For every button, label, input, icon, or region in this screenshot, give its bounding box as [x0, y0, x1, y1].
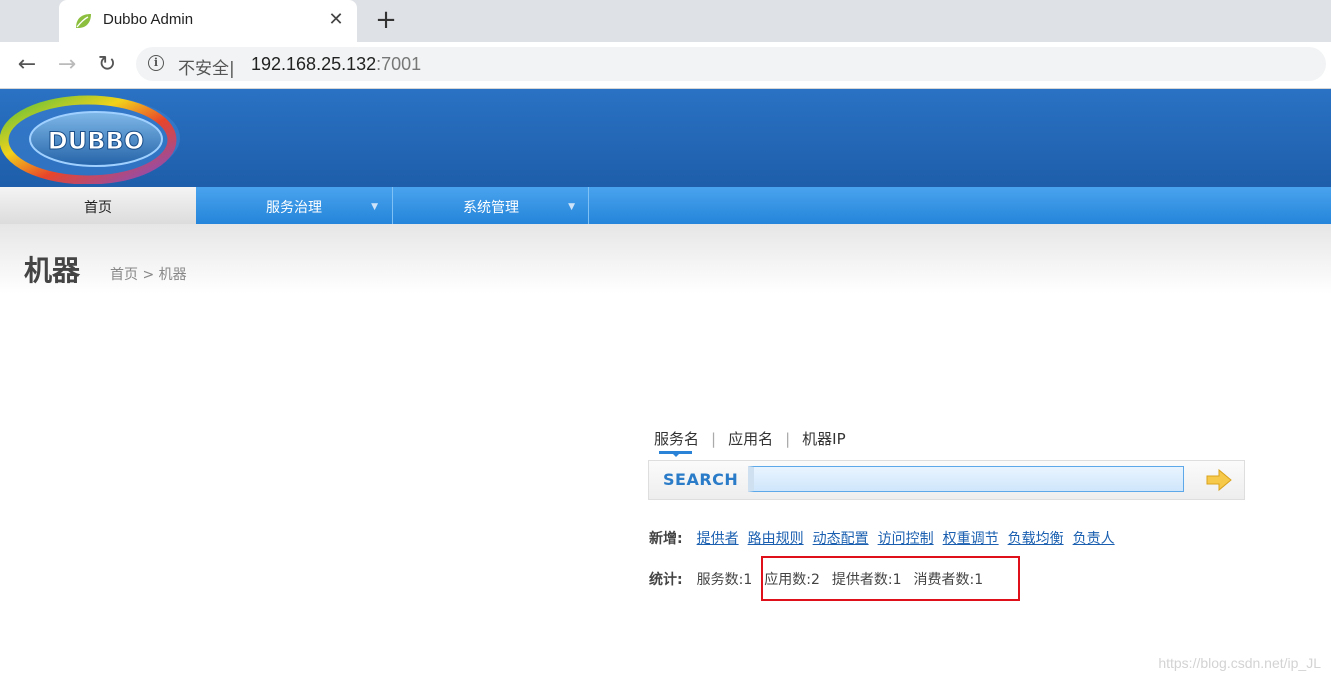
breadcrumb: 首页 > 机器: [110, 267, 187, 283]
menu-label: 服务治理: [266, 200, 322, 216]
menu-divider: [588, 187, 589, 224]
caret-down-icon: ▼: [568, 202, 575, 212]
search-tab-machine-ip[interactable]: 机器IP: [802, 428, 845, 449]
browser-tabstrip: Dubbo Admin ✕ +: [0, 0, 1331, 42]
spring-leaf-icon: [76, 14, 91, 28]
url-text[interactable]: 192.168.25.132:7001: [251, 54, 421, 75]
close-icon[interactable]: ✕: [325, 9, 347, 31]
menu-label: 系统管理: [463, 200, 519, 216]
search-input[interactable]: [748, 466, 1184, 492]
add-label: 新增:: [649, 531, 683, 547]
forward-icon[interactable]: →: [53, 51, 81, 79]
add-load-balance-link[interactable]: 负载均衡: [1008, 531, 1064, 547]
menu-item-system-management[interactable]: 系统管理 ▼: [393, 187, 589, 224]
add-row: 新增: 提供者 路由规则 动态配置 访问控制 权重调节 负载均衡 负责人: [649, 528, 1124, 548]
menu-label: 首页: [84, 200, 112, 216]
url-port: :7001: [376, 54, 422, 74]
reload-icon[interactable]: ↻: [93, 51, 121, 79]
arrow-right-icon[interactable]: [1206, 468, 1232, 492]
menu-item-service-governance[interactable]: 服务治理 ▼: [196, 187, 392, 224]
search-box: SEARCH: [648, 460, 1245, 500]
menu-item-home[interactable]: 首页: [0, 187, 196, 224]
header-banner: [0, 89, 1331, 187]
caret-down-icon: ▼: [371, 202, 378, 212]
address-bar[interactable]: i 不安全| 192.168.25.132:7001: [136, 47, 1326, 81]
add-owner-link[interactable]: 负责人: [1073, 531, 1115, 547]
active-tab-pointer: [672, 453, 680, 457]
search-tabs: 服务名 | 应用名 | 机器IP: [654, 428, 846, 449]
tab-separator: |: [785, 430, 791, 448]
search-label: SEARCH: [663, 470, 739, 489]
url-host: 192.168.25.132: [251, 54, 377, 74]
stats-label: 统计:: [649, 572, 683, 588]
add-route-rule-link[interactable]: 路由规则: [748, 531, 804, 547]
page-title: 机器: [24, 254, 81, 287]
svg-text:DUBBO: DUBBO: [48, 127, 144, 155]
browser-tab[interactable]: Dubbo Admin ✕: [59, 0, 357, 42]
add-dynamic-config-link[interactable]: 动态配置: [813, 531, 869, 547]
new-tab-icon[interactable]: +: [372, 6, 400, 34]
security-label[interactable]: 不安全|: [178, 54, 235, 79]
stat-services: 服务数:1: [696, 572, 753, 588]
tab-title: Dubbo Admin: [103, 11, 194, 28]
info-icon[interactable]: i: [148, 55, 164, 71]
add-access-control-link[interactable]: 访问控制: [878, 531, 934, 547]
add-weight-link[interactable]: 权重调节: [943, 531, 999, 547]
watermark: https://blog.csdn.net/ip_JL: [1158, 655, 1321, 671]
search-tab-application[interactable]: 应用名: [728, 428, 773, 449]
annotation-highlight-box: [761, 556, 1020, 601]
dubbo-logo[interactable]: DUBBO: [0, 92, 185, 184]
main-menu: 首页 服务治理 ▼ 系统管理 ▼: [0, 187, 1331, 224]
tab-separator: |: [711, 430, 717, 448]
back-icon[interactable]: ←: [13, 51, 41, 79]
subheader-band: [0, 224, 1331, 294]
add-provider-link[interactable]: 提供者: [697, 531, 739, 547]
search-tab-service[interactable]: 服务名: [654, 428, 699, 449]
browser-toolbar: ← → ↻ i 不安全| 192.168.25.132:7001: [0, 42, 1331, 89]
